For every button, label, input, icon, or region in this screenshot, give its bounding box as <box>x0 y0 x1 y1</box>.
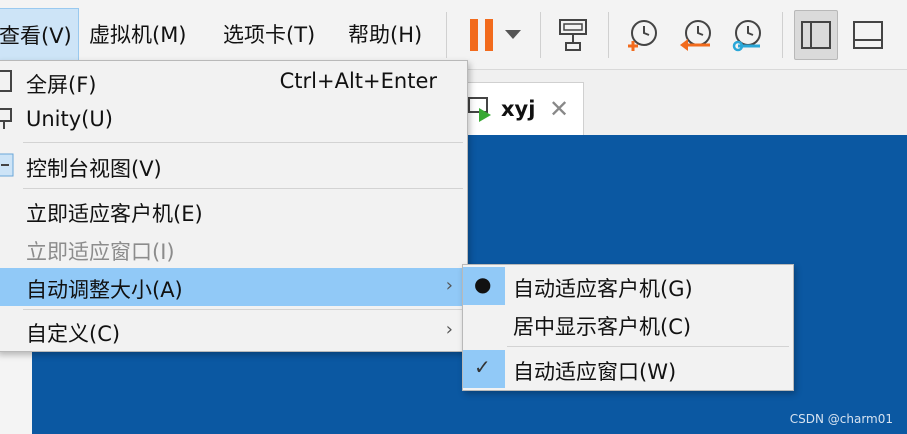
chevron-right-icon: › <box>445 319 453 340</box>
close-icon[interactable]: ✕ <box>549 95 569 123</box>
thumbnail-bar-icon <box>853 21 883 49</box>
submenu-item-label: 居中显示客户机(C) <box>513 315 692 339</box>
menu-separator <box>507 346 789 347</box>
snapshot-manager-icon <box>732 20 761 52</box>
tab-vm[interactable]: xyj ✕ <box>452 82 584 136</box>
menu-item-label: 控制台视图(V) <box>26 157 162 181</box>
menu-item-autosize[interactable]: 自动调整大小(A) › <box>0 268 467 306</box>
submenu-item-autofit-window[interactable]: ✓ 自动适应窗口(W) <box>463 350 793 388</box>
toolbar-separator <box>782 12 783 58</box>
menu-item-label: 全屏(F) <box>26 73 97 97</box>
snapshot-take-icon <box>628 20 657 51</box>
pause-icon <box>470 19 493 51</box>
watermark: CSDN @charm01 <box>789 412 893 426</box>
menu-item-fit-window-now: 立即适应窗口(I) <box>0 230 467 268</box>
menu-item-label: 自定义(C) <box>26 322 121 346</box>
submenu-item-autofit-guest[interactable]: ● 自动适应客户机(G) <box>463 267 793 305</box>
menu-vm[interactable]: 虚拟机(M) <box>83 8 193 62</box>
snapshot-revert-icon <box>680 20 711 51</box>
menu-item-label: 立即适应窗口(I) <box>26 240 175 264</box>
menu-item-fullscreen[interactable]: 全屏(F) Ctrl+Alt+Enter <box>0 63 467 101</box>
snapshot-take-button[interactable] <box>618 10 666 60</box>
menu-item-customize[interactable]: 自定义(C) › <box>0 312 467 350</box>
toolbar-separator <box>608 12 609 58</box>
library-panel-icon <box>801 21 831 49</box>
radio-dot-icon: ● <box>474 272 492 296</box>
menu-separator <box>23 142 463 143</box>
fullscreen-icon <box>0 70 12 92</box>
unity-icon <box>0 108 12 129</box>
autosize-submenu: ● 自动适应客户机(G) 居中显示客户机(C) ✓ 自动适应窗口(W) <box>462 264 794 391</box>
submenu-item-label: 自动适应窗口(W) <box>513 360 677 384</box>
menu-view[interactable]: 查看(V) <box>0 8 79 62</box>
menu-item-console-view[interactable]: 控制台视图(V) <box>0 147 467 185</box>
menu-item-label: Unity(U) <box>26 107 113 131</box>
dropdown-arrow-icon <box>505 30 521 39</box>
radio-gutter: ● <box>463 267 505 305</box>
check-gutter: ✓ <box>463 350 505 388</box>
vm-running-icon <box>468 97 491 122</box>
submenu-item-label: 自动适应客户机(G) <box>513 277 693 301</box>
power-dropdown-button[interactable] <box>498 10 528 60</box>
tab-label: xyj <box>501 97 536 121</box>
toolbar-separator <box>446 12 447 58</box>
menu-help[interactable]: 帮助(H) <box>342 8 428 62</box>
console-view-icon <box>0 153 14 177</box>
library-panel-button[interactable] <box>794 10 838 60</box>
send-ctrl-alt-del-button[interactable] <box>550 10 598 60</box>
toolbar-separator <box>540 12 541 58</box>
menu-item-unity[interactable]: Unity(U) <box>0 101 467 139</box>
menu-separator <box>23 188 463 189</box>
menu-separator <box>23 309 463 310</box>
shortcut-label: Ctrl+Alt+Enter <box>279 69 437 93</box>
menu-item-label: 立即适应客户机(E) <box>26 202 203 226</box>
snapshot-revert-button[interactable] <box>672 10 720 60</box>
checkmark-icon: ✓ <box>474 355 491 379</box>
thumbnail-bar-button[interactable] <box>846 10 890 60</box>
send-ctrl-alt-del-icon <box>559 19 587 51</box>
submenu-item-center-guest[interactable]: 居中显示客户机(C) <box>463 305 793 343</box>
menu-item-fit-guest-now[interactable]: 立即适应客户机(E) <box>0 192 467 230</box>
menu-item-label: 自动调整大小(A) <box>26 278 183 302</box>
chevron-right-icon: › <box>445 275 453 296</box>
view-menu: 全屏(F) Ctrl+Alt+Enter Unity(U) 控制台视图(V) 立… <box>0 60 468 352</box>
menu-tabs[interactable]: 选项卡(T) <box>217 8 321 62</box>
snapshot-manager-button[interactable] <box>724 10 772 60</box>
